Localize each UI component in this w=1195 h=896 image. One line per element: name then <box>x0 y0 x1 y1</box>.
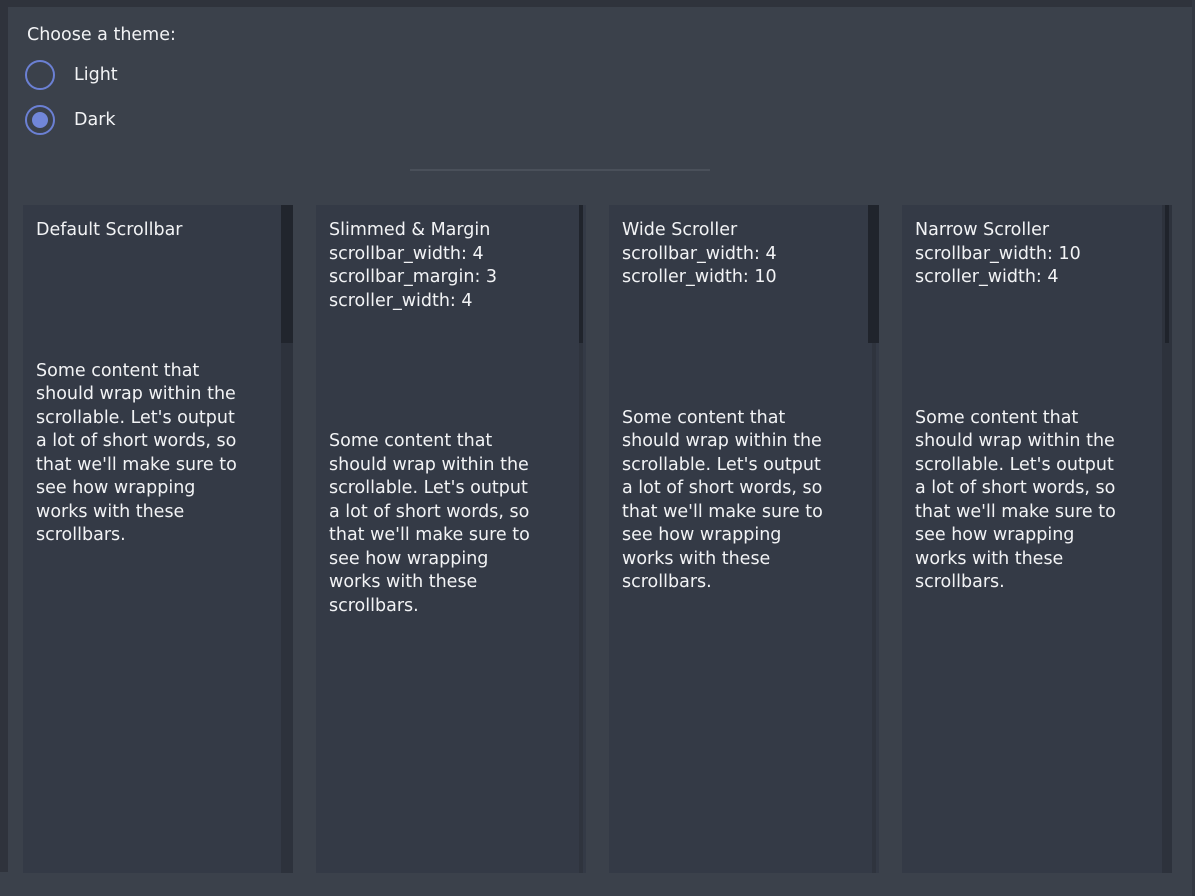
panel-paragraph: Some content that should wrap within the… <box>36 360 279 548</box>
radio-option-light[interactable]: Light <box>25 60 118 90</box>
panel-params: scrollbar_width: 4 scrollbar_margin: 3 s… <box>329 243 572 314</box>
scrollbar-demo-panel-narrow-scroller: Narrow Scroller scrollbar_width: 10 scro… <box>902 205 1172 873</box>
radio-option-dark[interactable]: Dark <box>25 105 116 135</box>
radio-dot <box>32 67 48 83</box>
scrollbar-thumb[interactable] <box>1165 205 1169 343</box>
radio-label-dark: Dark <box>74 110 116 130</box>
scrollbar-thumb[interactable] <box>281 205 293 343</box>
theme-heading: Choose a theme: <box>27 24 176 47</box>
scrollbar-demo-panel-slimmed-margin: Slimmed & Margin scrollbar_width: 4 scro… <box>316 205 586 873</box>
window-edge-left <box>0 0 8 872</box>
scrollbar-thumb[interactable] <box>579 205 583 343</box>
panel-params: scrollbar_width: 4 scroller_width: 10 <box>622 243 865 290</box>
panel-paragraph: Some content that should wrap within the… <box>329 430 572 618</box>
scrollable-content[interactable]: Slimmed & Margin scrollbar_width: 4 scro… <box>316 205 572 873</box>
app-window: { "theme_section": { "heading": "Choose … <box>0 0 1195 896</box>
panel-paragraph: Some content that should wrap within the… <box>622 407 865 595</box>
scrollbar-demo-panel-wide-scroller: Wide Scroller scrollbar_width: 4 scrolle… <box>609 205 879 873</box>
panel-paragraph: Some content that should wrap within the… <box>915 407 1158 595</box>
window-edge-top <box>0 0 1195 7</box>
radio-icon <box>25 105 55 135</box>
panel-title: Slimmed & Margin <box>329 219 572 243</box>
radio-label-light: Light <box>74 65 118 85</box>
panel-title: Default Scrollbar <box>36 219 279 243</box>
radio-icon <box>25 60 55 90</box>
panel-title: Narrow Scroller <box>915 219 1158 243</box>
panel-title: Wide Scroller <box>622 219 865 243</box>
scrollable-content[interactable]: Default Scrollbar Some content that shou… <box>23 205 279 873</box>
scrollbar-thumb[interactable] <box>868 205 879 343</box>
panel-params: scrollbar_width: 10 scroller_width: 4 <box>915 243 1158 290</box>
divider <box>410 169 710 171</box>
scrollable-content[interactable]: Narrow Scroller scrollbar_width: 10 scro… <box>902 205 1158 873</box>
scrollbar-demo-panel-default: Default Scrollbar Some content that shou… <box>23 205 293 873</box>
scrollable-content[interactable]: Wide Scroller scrollbar_width: 4 scrolle… <box>609 205 865 873</box>
radio-dot <box>32 112 48 128</box>
